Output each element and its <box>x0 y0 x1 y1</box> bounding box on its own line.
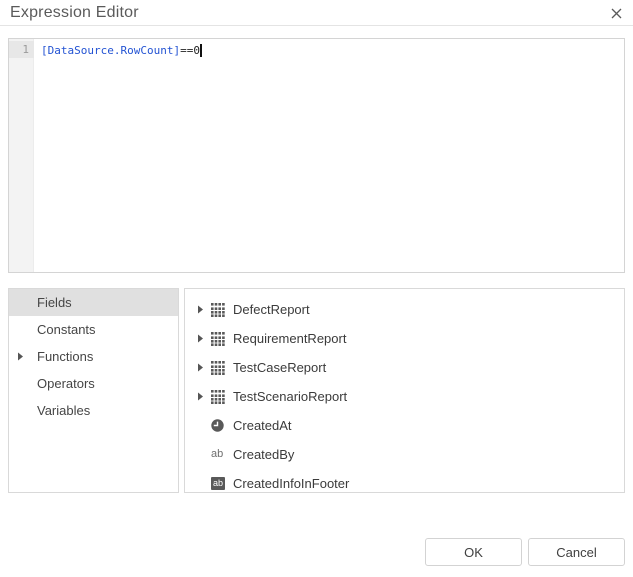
expression-code-editor[interactable]: 1 [DataSource.RowCount]==0 <box>8 38 625 273</box>
expression-editor-dialog: { "dialog": { "title": "Expression Edito… <box>0 0 633 577</box>
chevron-right-icon[interactable] <box>197 333 210 345</box>
operator-token: ==0 <box>180 44 200 57</box>
category-label: Functions <box>29 349 93 364</box>
tree-item-label: DefectReport <box>231 302 310 317</box>
arrow-slot <box>17 324 29 336</box>
category-item-variables[interactable]: Variables <box>9 397 178 424</box>
tree-item-label: CreatedBy <box>231 447 294 462</box>
tree-item-label: CreatedInfoInFooter <box>231 476 349 491</box>
title-divider <box>0 25 633 26</box>
category-label: Variables <box>29 403 90 418</box>
arrow-slot <box>197 420 210 432</box>
dialog-title: Expression Editor <box>10 4 139 22</box>
arrow-slot <box>17 297 29 309</box>
tree-item-label: TestCaseReport <box>231 360 326 375</box>
field-token: [DataSource.RowCount] <box>41 44 180 57</box>
category-list: Fields Constants Functions Operators Var… <box>8 288 179 493</box>
tree-item-defectreport[interactable]: DefectReport <box>185 295 624 324</box>
string-ab-icon: ab <box>211 448 231 462</box>
chevron-right-icon[interactable] <box>197 391 210 403</box>
text-caret <box>200 44 202 57</box>
cancel-button[interactable]: Cancel <box>528 538 625 566</box>
tree-item-createdby[interactable]: ab CreatedBy <box>185 440 624 469</box>
arrow-slot <box>17 405 29 417</box>
line-number: 1 <box>9 43 29 56</box>
expression-text[interactable]: [DataSource.RowCount]==0 <box>41 43 202 58</box>
tree-item-requirementreport[interactable]: RequirementReport <box>185 324 624 353</box>
table-icon <box>211 361 231 375</box>
ok-button[interactable]: OK <box>425 538 522 566</box>
line-number-gutter: 1 <box>9 39 34 272</box>
arrow-slot <box>197 449 210 461</box>
tree-item-label: RequirementReport <box>231 331 346 346</box>
category-label: Fields <box>29 295 72 310</box>
table-icon <box>211 332 231 346</box>
category-item-operators[interactable]: Operators <box>9 370 178 397</box>
tree-item-testscenarioreport[interactable]: TestScenarioReport <box>185 382 624 411</box>
close-icon <box>611 6 622 24</box>
chevron-right-icon[interactable] <box>197 304 210 316</box>
chevron-right-icon[interactable] <box>197 362 210 374</box>
category-label: Operators <box>29 376 95 391</box>
category-label: Constants <box>29 322 96 337</box>
arrow-slot <box>17 378 29 390</box>
string-ab-filled-icon: ab <box>211 477 231 491</box>
tree-item-label: CreatedAt <box>231 418 292 433</box>
category-item-fields[interactable]: Fields <box>9 289 178 316</box>
table-icon <box>211 303 231 317</box>
datetime-clock-icon <box>211 419 231 433</box>
tree-item-label: TestScenarioReport <box>231 389 347 404</box>
table-icon <box>211 390 231 404</box>
category-item-constants[interactable]: Constants <box>9 316 178 343</box>
category-item-functions[interactable]: Functions <box>9 343 178 370</box>
fields-tree: DefectReport RequirementReport TestCaseR… <box>184 288 625 493</box>
arrow-slot <box>197 478 210 490</box>
chevron-right-icon[interactable] <box>17 351 29 363</box>
close-button[interactable] <box>606 5 626 25</box>
tree-item-createdinfoinfooter[interactable]: ab CreatedInfoInFooter <box>185 469 624 493</box>
tree-item-testcasereport[interactable]: TestCaseReport <box>185 353 624 382</box>
tree-item-createdat[interactable]: CreatedAt <box>185 411 624 440</box>
